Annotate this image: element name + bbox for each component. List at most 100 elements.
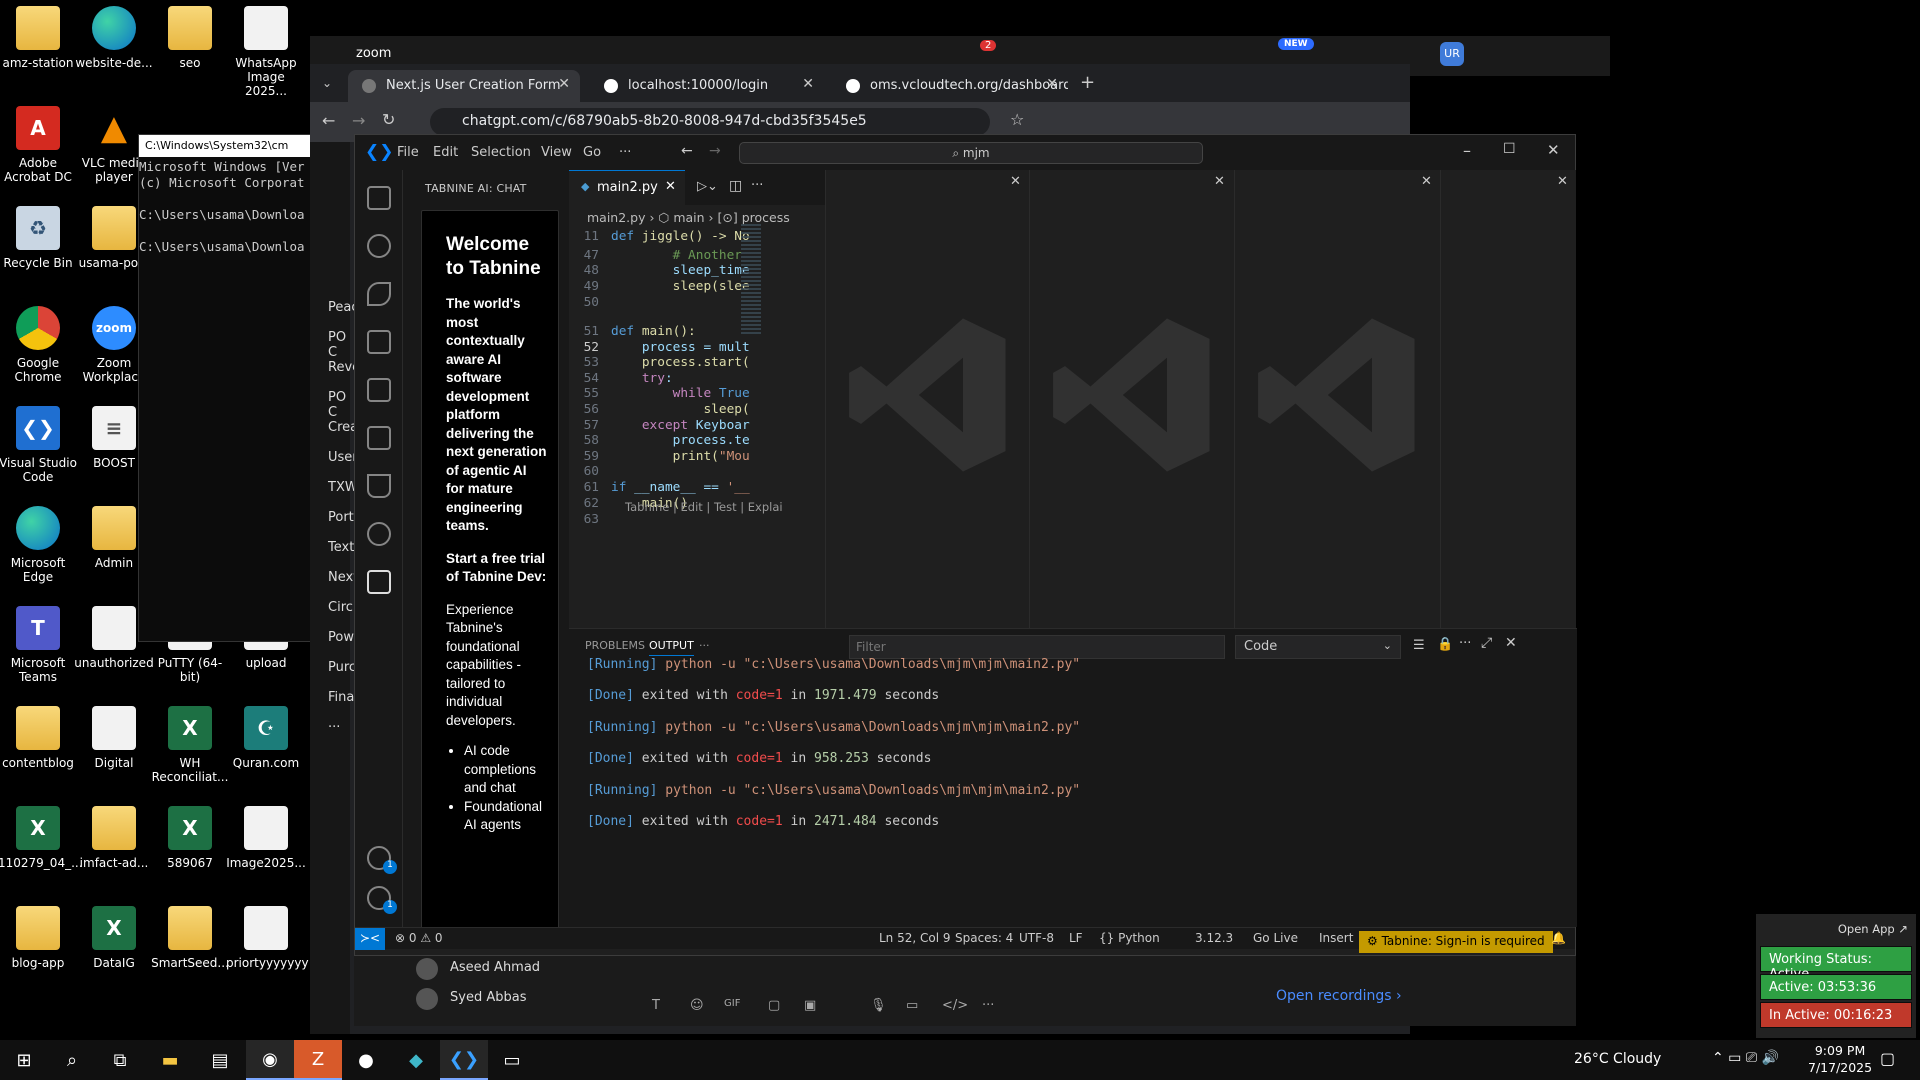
go-live-button[interactable]: Go Live <box>1253 931 1298 945</box>
start-icon[interactable]: ⊞ <box>0 1040 48 1080</box>
tab-problems[interactable]: PROBLEMS <box>585 639 645 652</box>
tabnine-status[interactable]: ⚙ Tabnine: Sign-in is required <box>1359 931 1553 953</box>
panel-more-icon[interactable]: ··· <box>1459 636 1471 651</box>
cmd-window[interactable]: C:\Windows\System32\cm Microsoft Windows… <box>138 134 318 642</box>
tab-output[interactable]: OUTPUT <box>649 639 694 656</box>
vscode-window[interactable]: ❮❯ File Edit Selection View Go ··· ← → ⌕… <box>354 134 1577 956</box>
code-line[interactable]: 63 <box>569 512 825 531</box>
video-icon[interactable]: ▭ <box>906 998 918 1013</box>
desktop-icon[interactable]: seo <box>150 6 230 70</box>
weather-widget[interactable]: 26°C Cloudy <box>1574 1051 1661 1067</box>
microphone-icon[interactable]: 🎙 <box>870 998 887 1013</box>
command-center-search[interactable]: ⌕ mjm <box>739 142 1203 164</box>
search-icon[interactable]: ⌕ <box>48 1040 96 1080</box>
maximize-icon[interactable]: ☐ <box>1503 141 1516 157</box>
menu-view[interactable]: View <box>541 145 572 160</box>
sidebar-item[interactable]: PO C <box>328 330 350 360</box>
close-icon[interactable]: ✕ <box>558 76 570 92</box>
address-bar[interactable]: chatgpt.com/c/68790ab5-8b20-8008-947d-cb… <box>430 108 990 136</box>
encoding[interactable]: UTF-8 <box>1019 931 1054 945</box>
forward-icon[interactable]: → <box>352 111 365 130</box>
menu-file[interactable]: File <box>397 145 419 160</box>
python-version[interactable]: 3.12.3 <box>1195 931 1233 945</box>
panel-more-icon[interactable]: ··· <box>699 639 710 652</box>
desktop-icon[interactable]: A Adobe Acrobat DC <box>0 106 78 184</box>
desktop-icon[interactable]: Image2025... <box>226 806 306 870</box>
nav-back-icon[interactable]: ← <box>681 143 693 159</box>
output-channel-select[interactable]: Code ⌄ <box>1235 635 1401 659</box>
desktop-icon[interactable]: X DataIG <box>74 906 154 970</box>
desktop-icon[interactable]: T Microsoft Teams <box>0 606 78 684</box>
desktop-icon[interactable]: ♻ Recycle Bin <box>0 206 78 270</box>
run-icon[interactable]: ▷⌄ <box>697 179 718 194</box>
menu-go[interactable]: Go <box>583 145 601 160</box>
close-panel-icon[interactable]: ✕ <box>1505 635 1517 651</box>
desktop-icon[interactable]: X WH Reconciliat... <box>150 706 230 784</box>
close-icon[interactable]: ✕ <box>1214 174 1225 189</box>
sidebar-item[interactable]: Text <box>328 540 354 555</box>
nav-forward-icon[interactable]: → <box>709 143 721 159</box>
sidebar-item[interactable]: Fina <box>328 690 354 705</box>
emoji-icon[interactable]: ☺ <box>690 998 704 1013</box>
extensions-icon[interactable] <box>367 378 391 402</box>
new-tab-icon[interactable]: + <box>1080 72 1095 93</box>
close-icon[interactable]: ✕ <box>1010 174 1021 189</box>
notification-center-icon[interactable]: ▢ <box>1880 1049 1895 1068</box>
desktop-icon[interactable]: ❮❯ Visual Studio Code <box>0 406 78 484</box>
sidebar-item[interactable]: Purc <box>328 660 356 675</box>
open-app-link[interactable]: Open App ↗ <box>1838 922 1908 936</box>
sidebar-item[interactable]: PO C <box>328 390 350 420</box>
desktop-icon[interactable]: Google Chrome <box>0 306 78 384</box>
eol[interactable]: LF <box>1069 931 1083 945</box>
breadcrumb[interactable]: main2.py › ⬡ main › [⊙] process <box>587 210 790 225</box>
chrome-tab-1[interactable]: Next.js User Creation Form ✕ <box>348 70 580 102</box>
explorer-icon[interactable] <box>367 186 391 210</box>
language-mode[interactable]: {} Python <box>1099 931 1160 945</box>
insert-mode[interactable]: Insert <box>1319 931 1353 945</box>
lock-icon[interactable]: 🔒 <box>1437 637 1453 652</box>
back-icon[interactable]: ← <box>322 111 335 130</box>
reload-icon[interactable]: ↻ <box>382 110 395 129</box>
menu-edit[interactable]: Edit <box>433 145 458 160</box>
desktop-icon[interactable]: Microsoft Edge <box>0 506 78 584</box>
close-icon[interactable]: ✕ <box>665 179 676 194</box>
store-icon[interactable]: ▤ <box>196 1040 244 1080</box>
desktop-icon[interactable]: amz-station <box>0 6 78 70</box>
desktop-icon[interactable]: priortyyyyyyy <box>226 906 309 970</box>
menu-more[interactable]: ··· <box>619 145 631 160</box>
source-control-icon[interactable] <box>367 282 391 306</box>
desktop-icon[interactable]: contentblog <box>0 706 78 770</box>
cursor-position[interactable]: Ln 52, Col 9 <box>879 931 951 945</box>
desktop-icon[interactable]: ☪ Quran.com <box>226 706 306 770</box>
close-icon[interactable]: ✕ <box>1046 76 1058 92</box>
desktop-icon[interactable]: X 110279_04_... <box>0 806 83 870</box>
minimize-icon[interactable]: – <box>1463 141 1471 160</box>
bookmark-star-icon[interactable]: ☆ <box>1010 110 1024 129</box>
code-line[interactable]: 11 def jiggle() -> No <box>569 229 825 248</box>
tab-main2-py[interactable]: ◆ main2.py ✕ <box>569 170 685 205</box>
app-taskbar-icon[interactable]: ● <box>342 1040 390 1080</box>
sidebar-item[interactable]: Pow <box>328 630 354 645</box>
clock[interactable]: 9:09 PM 7/17/2025 <box>1808 1042 1872 1076</box>
system-tray-icons[interactable]: ⌃ ▭ ⎚ 🔊 <box>1712 1050 1779 1066</box>
tabnine-icon[interactable] <box>367 570 391 594</box>
menu-selection[interactable]: Selection <box>471 145 531 160</box>
avatar[interactable]: UR <box>1440 42 1464 66</box>
gif-icon[interactable]: GIF <box>724 998 740 1009</box>
editor-group[interactable]: ◆ main2.py ✕ ▷⌄ ◫ ··· main2.py › ⬡ main … <box>569 170 825 628</box>
desktop-icon[interactable]: X 589067 <box>150 806 230 870</box>
more-actions-icon[interactable]: ··· <box>751 178 763 193</box>
desktop-icon[interactable]: imfact-ad... <box>74 806 154 870</box>
output-panel[interactable]: PROBLEMS OUTPUT ··· Filter Code ⌄ ☰ 🔒 ··… <box>569 628 1577 927</box>
open-recordings-link[interactable]: Open recordings › <box>1276 988 1402 1004</box>
desktop-icon[interactable]: blog-app <box>0 906 78 970</box>
more-icon[interactable]: ··· <box>982 998 994 1013</box>
screenshot-icon[interactable]: ▣ <box>804 998 816 1013</box>
close-icon[interactable]: ✕ <box>802 76 814 92</box>
attachment-icon[interactable]: ▢ <box>768 998 780 1013</box>
remote-explorer-icon[interactable] <box>367 426 391 450</box>
codelens[interactable]: Tabnine | Edit | Test | Explai <box>625 500 783 514</box>
sidebar-item[interactable]: Port <box>328 510 354 525</box>
desktop-icon[interactable]: WhatsApp Image 2025... <box>226 6 306 98</box>
contact-name[interactable]: Aseed Ahmad <box>450 960 540 975</box>
